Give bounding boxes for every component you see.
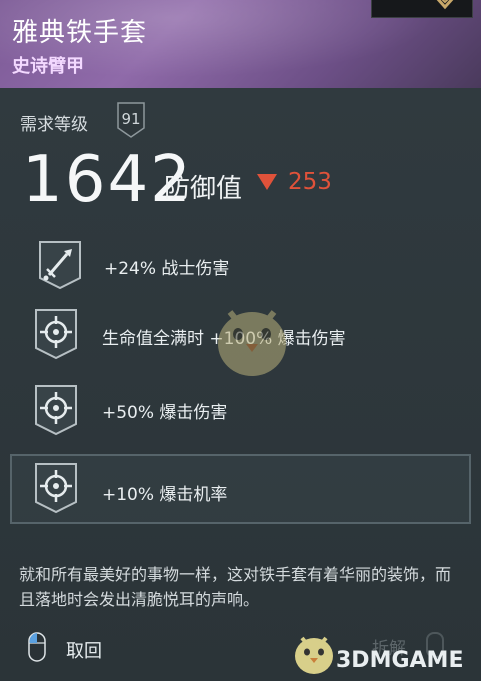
decrease-arrow-icon — [257, 174, 277, 190]
flavor-text: 就和所有最美好的事物一样，这对铁手套有着华丽的装饰，而且落地时会发出清脆悦耳的声… — [19, 565, 452, 609]
chevron-down-icon — [436, 0, 454, 10]
item-rarity: 史诗臂甲 — [12, 56, 84, 77]
required-level-label: 需求等级 — [20, 115, 88, 135]
perk-crit-chance: +10% 爆击机率 — [102, 485, 228, 505]
armor-difference: 253 — [288, 169, 332, 195]
perk-warrior-damage: +24% 战士伤害 — [104, 259, 230, 279]
required-level-value: 91 — [121, 110, 141, 128]
required-level-badge: 91 — [114, 100, 148, 140]
logo-watermark-icon — [295, 636, 333, 674]
sword-icon — [39, 241, 81, 290]
armor-label: 防御值 — [164, 174, 243, 204]
crosshair-icon — [35, 309, 77, 360]
perk-crit-damage: +50% 爆击伤害 — [102, 403, 228, 423]
mascot-watermark-icon — [218, 310, 286, 376]
collapse-tab[interactable] — [371, 0, 473, 18]
item-name: 雅典铁手套 — [12, 18, 148, 48]
back-button[interactable]: 取回 — [66, 637, 102, 663]
crosshair-icon — [35, 385, 77, 436]
mouse-icon — [28, 632, 46, 662]
crosshair-icon — [35, 463, 77, 514]
watermark-text: 3DMGAME — [336, 648, 464, 673]
